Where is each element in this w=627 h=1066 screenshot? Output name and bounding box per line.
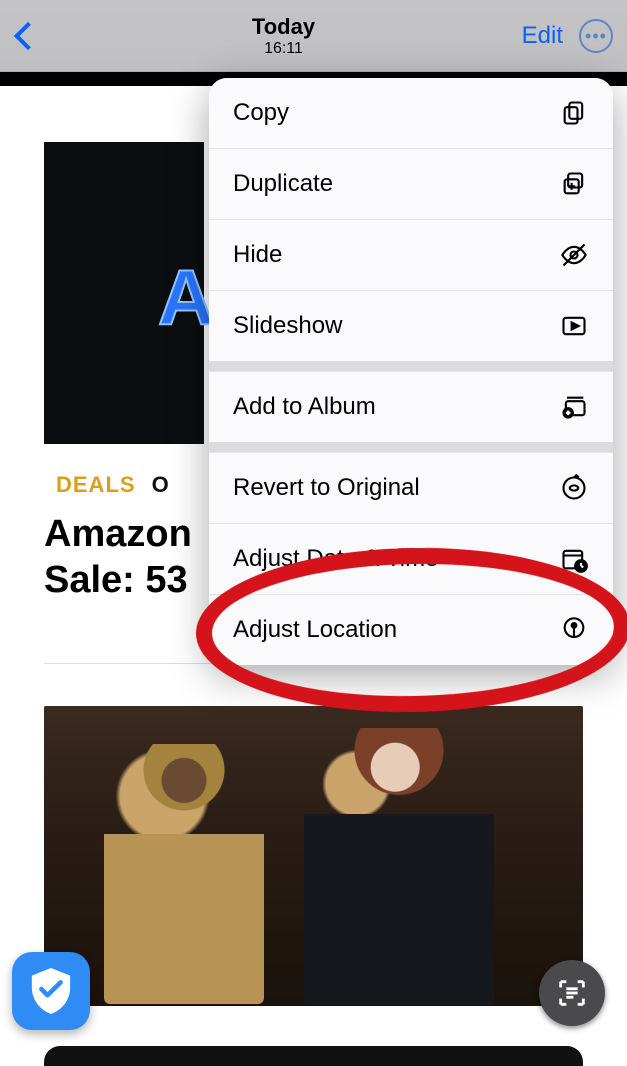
menu-item-duplicate[interactable]: Duplicate	[209, 148, 613, 219]
back-button[interactable]	[14, 20, 34, 52]
menu-label-adjust-date: Adjust Date & Time	[233, 545, 438, 573]
location-pin-icon	[559, 615, 589, 645]
scan-text-icon	[555, 976, 589, 1010]
nav-title: Today	[252, 14, 315, 40]
bottom-toolbar-peek	[44, 1046, 583, 1066]
menu-label-duplicate: Duplicate	[233, 170, 333, 198]
menu-item-hide[interactable]: Hide	[209, 219, 613, 290]
menu-item-adjust-location[interactable]: Adjust Location	[209, 594, 613, 665]
revert-icon	[559, 473, 589, 503]
duplicate-icon	[559, 169, 589, 199]
figure-left	[104, 744, 264, 1004]
screenshot-image-top: A	[44, 142, 204, 444]
shield-check-icon	[28, 966, 74, 1016]
vpn-shield-badge[interactable]	[12, 952, 90, 1030]
neon-letter: A	[158, 252, 214, 343]
menu-separator-2	[209, 442, 613, 452]
menu-separator-1	[209, 361, 613, 371]
menu-item-revert[interactable]: Revert to Original	[209, 452, 613, 523]
menu-label-copy: Copy	[233, 99, 289, 127]
menu-label-hide: Hide	[233, 241, 282, 269]
deals-category: DEALS	[56, 472, 136, 498]
menu-label-adjust-location: Adjust Location	[233, 616, 397, 644]
visual-lookup-button[interactable]	[539, 960, 605, 1026]
menu-label-revert: Revert to Original	[233, 474, 420, 502]
calendar-clock-icon	[559, 544, 589, 574]
context-menu: Copy Duplicate Hide Slideshow Add to Alb…	[209, 78, 613, 665]
more-options-button[interactable]: •••	[579, 19, 613, 53]
copy-icon	[559, 98, 589, 128]
menu-item-adjust-date-time[interactable]: Adjust Date & Time	[209, 523, 613, 594]
nav-subtitle: 16:11	[252, 40, 315, 58]
deals-partial-text: O	[152, 472, 169, 498]
menu-label-slideshow: Slideshow	[233, 312, 342, 340]
menu-item-copy[interactable]: Copy	[209, 78, 613, 148]
play-rect-icon	[559, 311, 589, 341]
figure-right	[304, 728, 494, 1006]
menu-label-add-to-album: Add to Album	[233, 393, 376, 421]
menu-item-slideshow[interactable]: Slideshow	[209, 290, 613, 361]
nav-bar: Today 16:11 Edit •••	[0, 0, 627, 72]
screenshot-image-bottom	[44, 706, 583, 1006]
album-plus-icon	[559, 392, 589, 422]
eye-slash-icon	[559, 240, 589, 270]
edit-button[interactable]: Edit	[522, 22, 563, 50]
ellipsis-icon: •••	[585, 27, 607, 45]
menu-item-add-to-album[interactable]: Add to Album	[209, 371, 613, 442]
